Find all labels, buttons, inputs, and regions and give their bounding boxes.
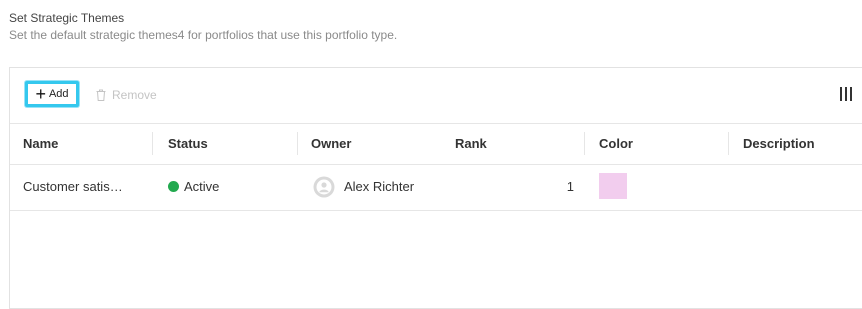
trash-icon: [96, 89, 106, 101]
cell-status: Active: [168, 165, 219, 210]
column-header-rank[interactable]: Rank: [455, 123, 487, 164]
column-divider[interactable]: [297, 132, 298, 155]
column-header-color[interactable]: Color: [599, 123, 633, 164]
add-button[interactable]: + Add: [25, 81, 79, 107]
grid-toolbar: + Add Remove: [10, 68, 862, 124]
table-header: Name Status Owner Rank Color Description: [10, 123, 862, 165]
column-header-owner[interactable]: Owner: [311, 123, 351, 164]
strategic-themes-grid: + Add Remove Name Status Owner Rank Colo…: [9, 67, 862, 309]
column-header-description[interactable]: Description: [743, 123, 815, 164]
plus-icon: +: [35, 83, 46, 104]
remove-button[interactable]: Remove: [96, 86, 157, 104]
column-chooser-icon[interactable]: [839, 86, 853, 102]
cell-owner: Alex Richter: [344, 179, 415, 194]
column-header-name[interactable]: Name: [23, 123, 58, 164]
cell-name: Customer satis…: [23, 179, 123, 194]
section-title: Set Strategic Themes: [9, 11, 125, 25]
cell-rank: 1: [566, 179, 574, 194]
column-divider[interactable]: [152, 132, 153, 155]
column-header-status[interactable]: Status: [168, 123, 208, 164]
status-label: Active: [184, 179, 220, 194]
remove-button-label: Remove: [112, 88, 157, 102]
color-swatch: [599, 173, 627, 199]
column-divider[interactable]: [584, 132, 585, 155]
avatar: [313, 176, 335, 198]
status-dot-icon: [168, 181, 179, 192]
column-divider[interactable]: [728, 132, 729, 155]
table-row[interactable]: Customer satis… Active Alex Richter 1: [10, 165, 862, 211]
add-button-label: Add: [48, 88, 69, 100]
section-description: Set the default strategic themes4 for po…: [9, 28, 398, 42]
